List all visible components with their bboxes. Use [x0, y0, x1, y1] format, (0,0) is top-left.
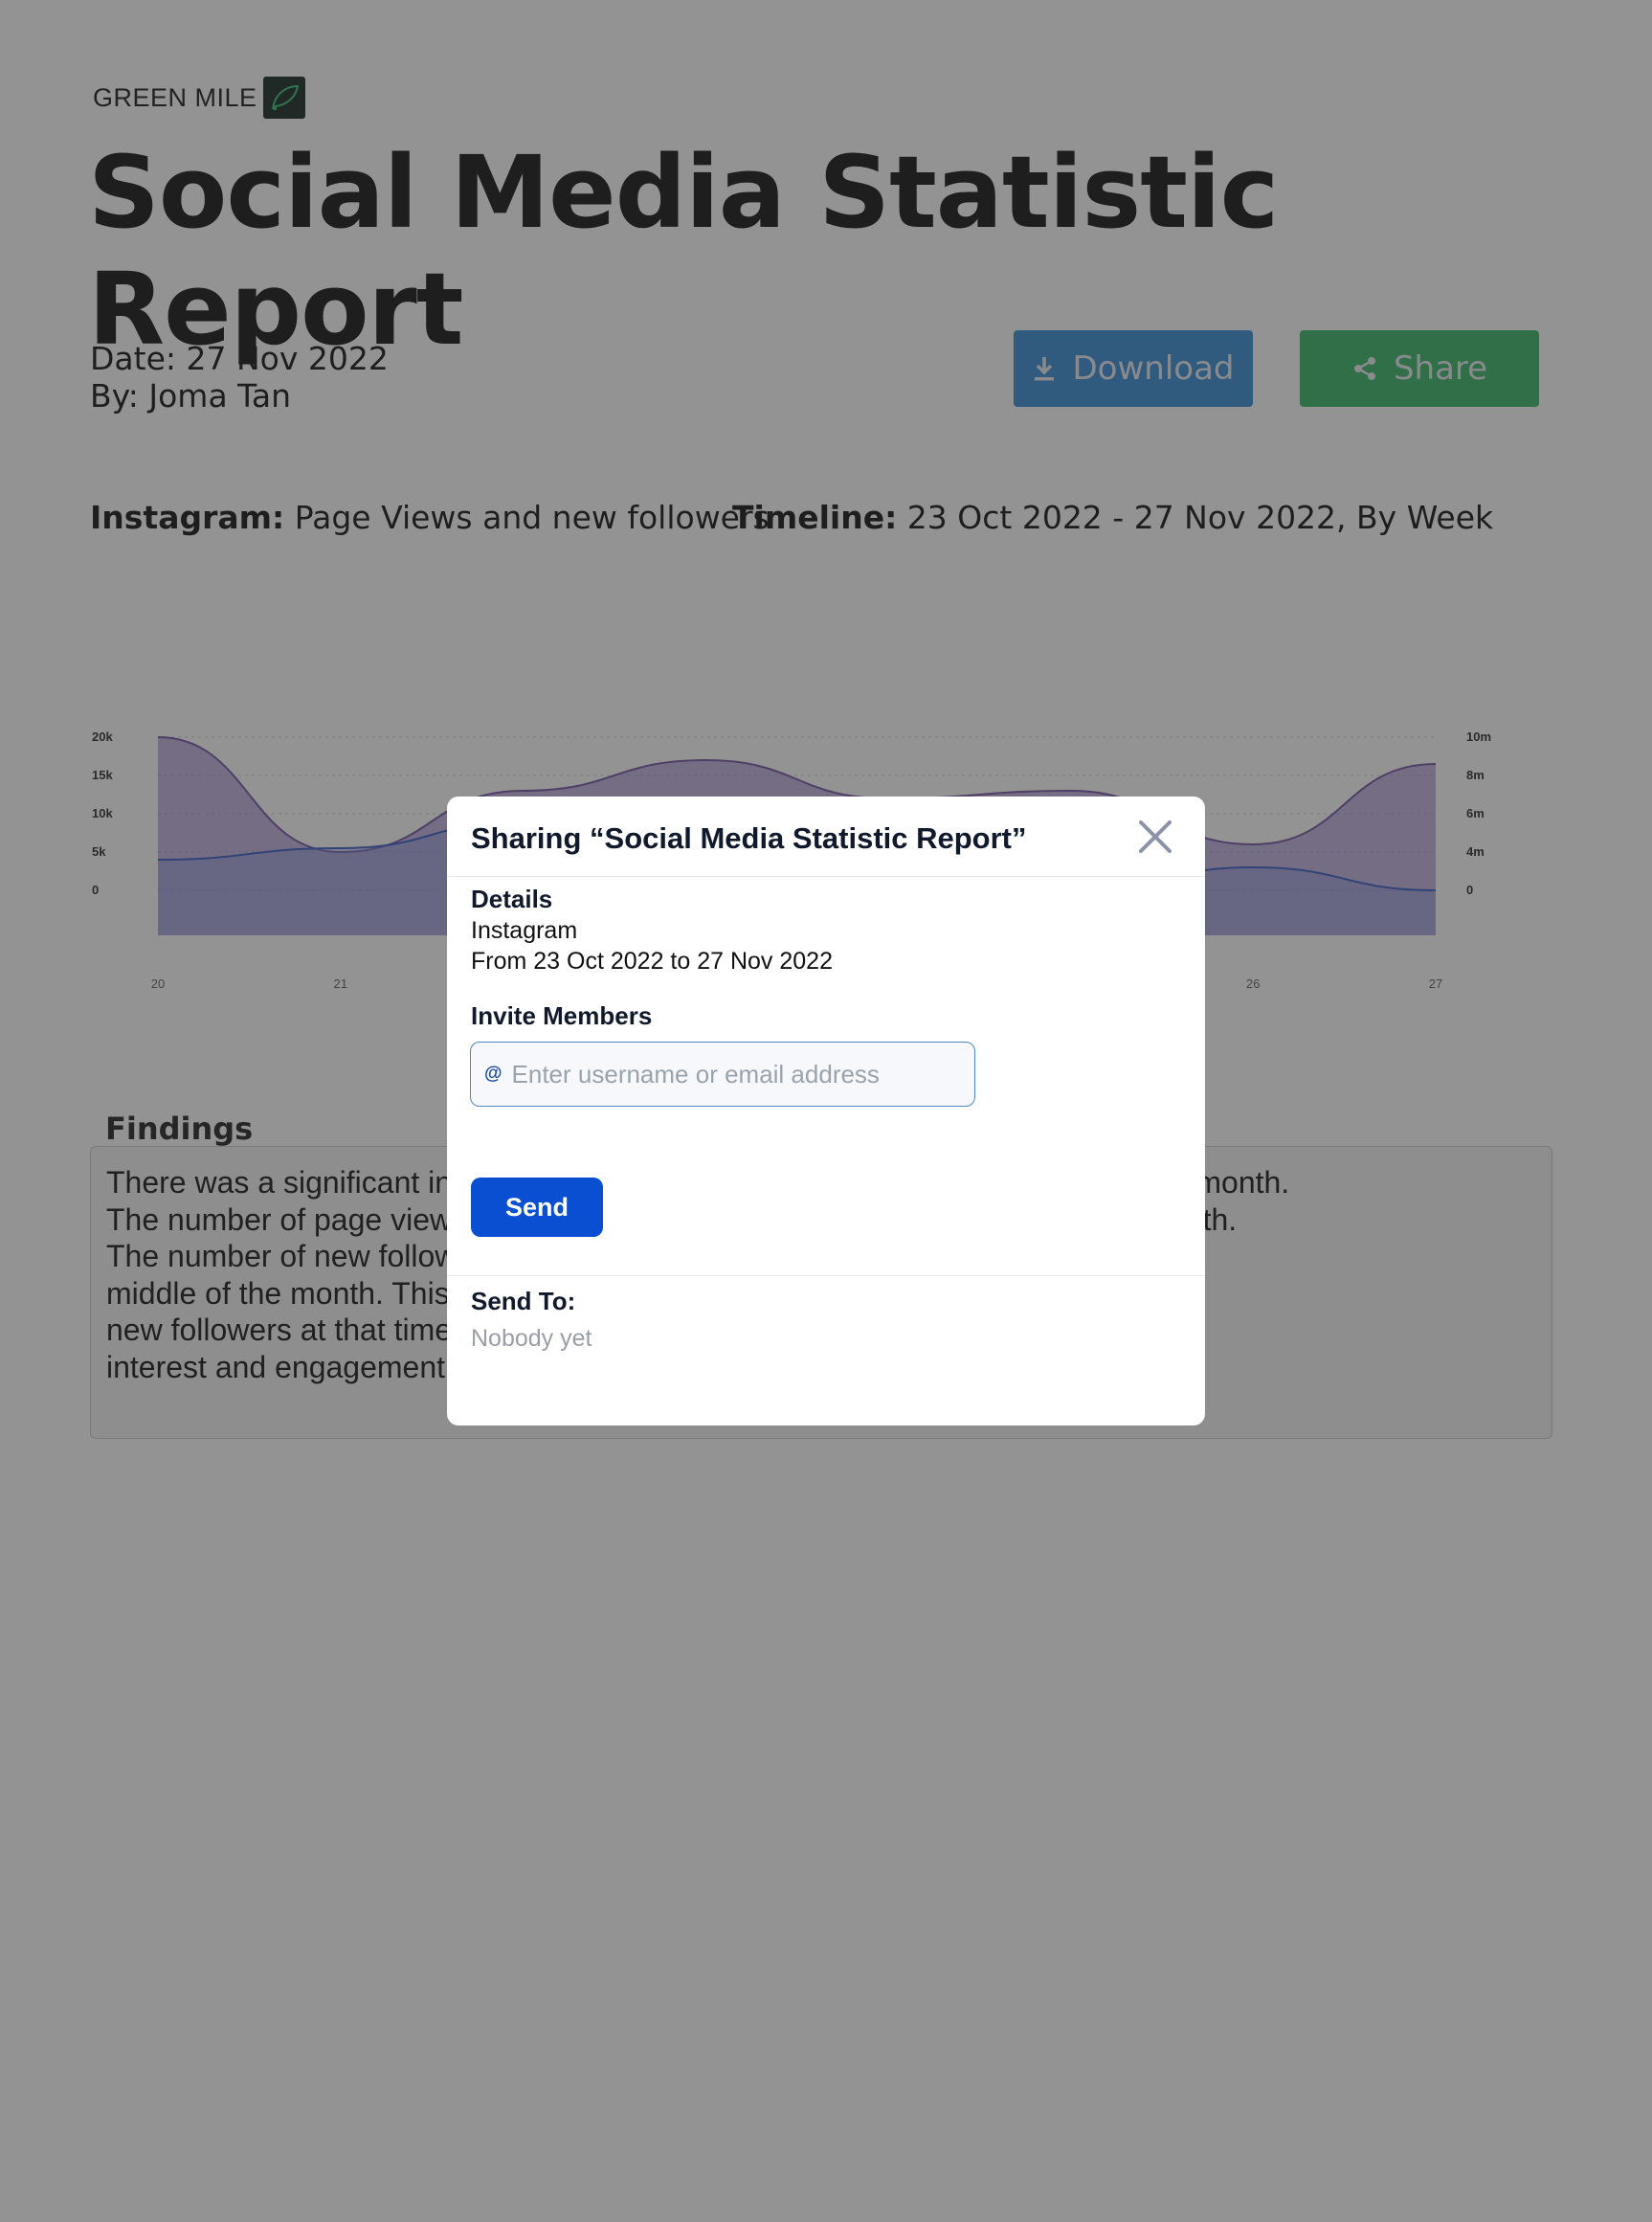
- close-icon: [1139, 820, 1172, 853]
- divider: [447, 1275, 1205, 1276]
- send-button[interactable]: Send: [471, 1178, 603, 1237]
- close-button[interactable]: [1134, 816, 1176, 858]
- details-platform: Instagram: [471, 917, 578, 944]
- send-to-empty: Nobody yet: [471, 1325, 592, 1352]
- details-label: Details: [471, 885, 553, 913]
- details-range: From 23 Oct 2022 to 27 Nov 2022: [471, 948, 833, 975]
- invite-label: Invite Members: [471, 1001, 653, 1030]
- dialog-title: Sharing “Social Media Statistic Report”: [471, 821, 1027, 855]
- invite-field[interactable]: @: [470, 1042, 975, 1107]
- invite-input[interactable]: [509, 1058, 954, 1090]
- at-icon: @: [484, 1064, 502, 1084]
- share-dialog: Sharing “Social Media Statistic Report” …: [447, 797, 1205, 1425]
- send-to-label: Send To:: [471, 1287, 576, 1315]
- dialog-header: Sharing “Social Media Statistic Report”: [447, 797, 1205, 877]
